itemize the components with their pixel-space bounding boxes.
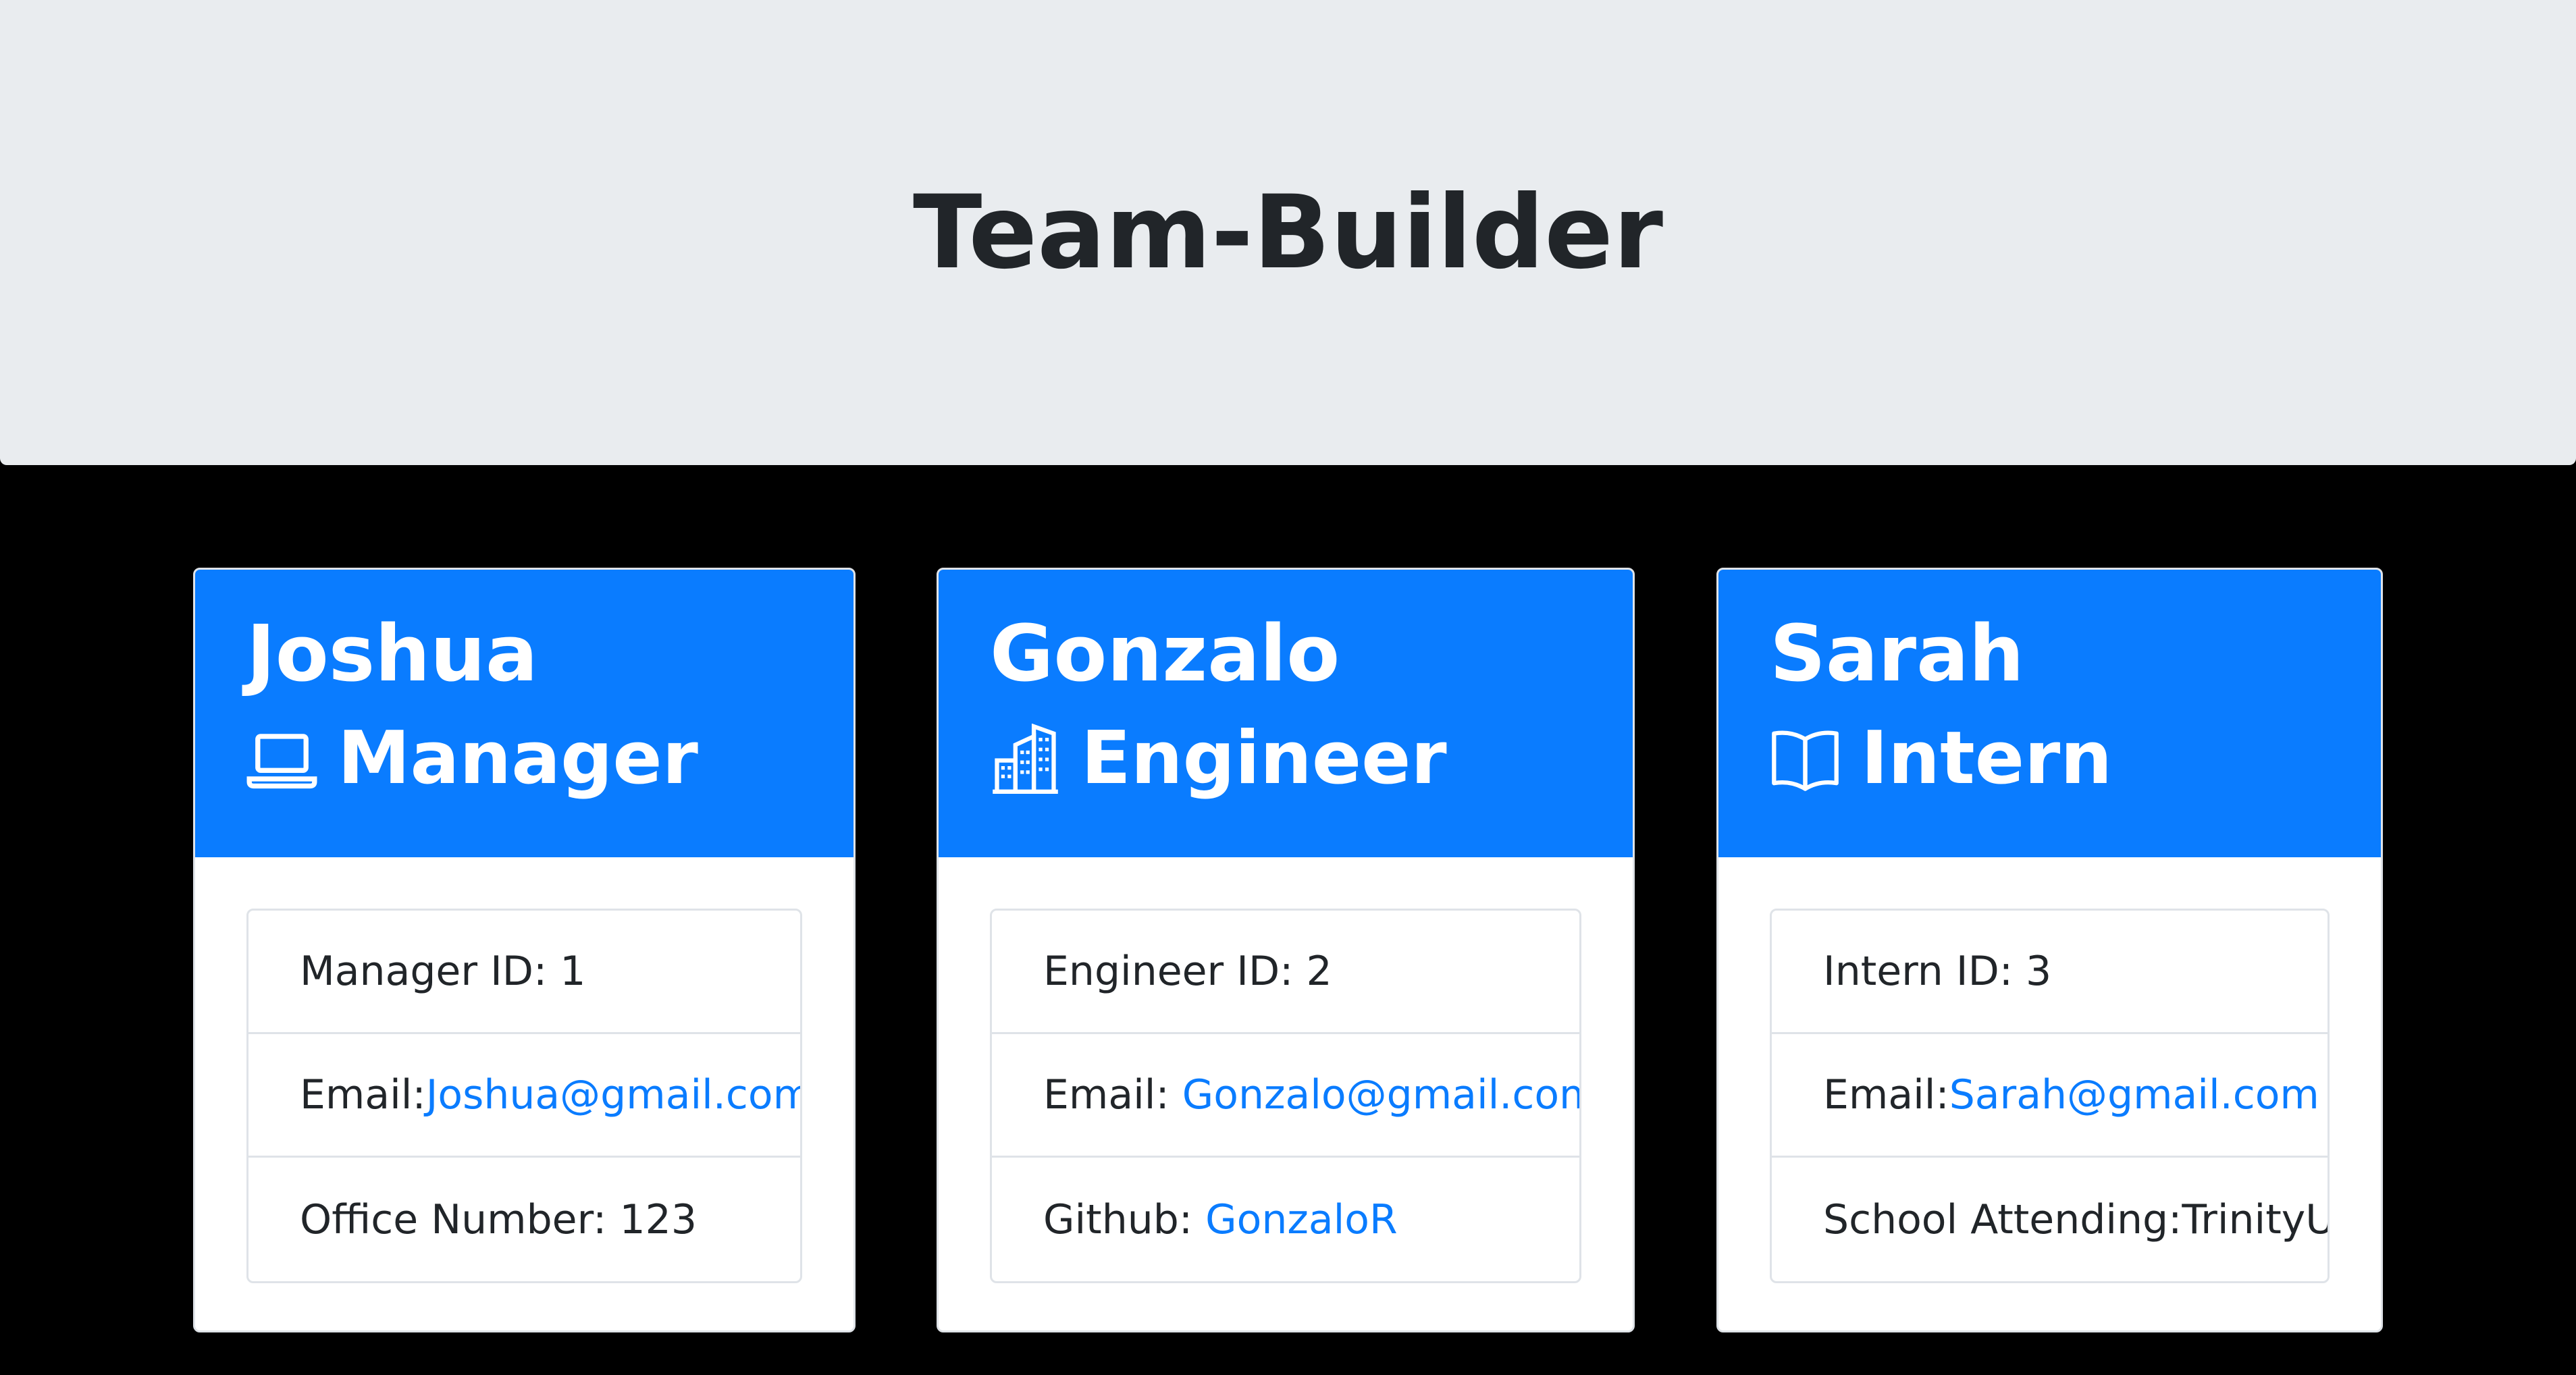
card-header: Joshua Manager: [195, 570, 853, 857]
employee-name: Sarah: [1770, 609, 2024, 699]
list-item-id: Engineer ID: 2: [992, 911, 1579, 1034]
list-item-id: Manager ID: 1: [248, 911, 800, 1034]
list-item-id: Intern ID: 3: [1772, 911, 2328, 1034]
list-item-email: Email: Sarah@gmail.com: [1772, 1034, 2328, 1158]
details-list: Engineer ID: 2 Email: Gonzalo@gmail.com …: [990, 909, 1581, 1283]
building-icon: [990, 723, 1061, 794]
role-label: Manager: [338, 716, 698, 801]
page-title: Team-Builder: [913, 173, 1663, 292]
employee-name: Gonzalo: [990, 609, 1340, 699]
github-label: Github:: [1043, 1195, 1206, 1243]
jumbotron-header: Team-Builder: [0, 0, 2576, 465]
email-link[interactable]: Joshua@gmail.com: [426, 1071, 800, 1118]
card-body: Manager ID: 1 Email: Joshua@gmail.com Off…: [195, 857, 853, 1283]
list-item-school: School Attending:TrinityU: [1772, 1158, 2328, 1281]
card-body: Engineer ID: 2 Email: Gonzalo@gmail.com …: [939, 857, 1633, 1283]
book-icon: [1770, 724, 1841, 794]
employee-role: Manager: [246, 718, 853, 799]
id-text: Intern ID: 3: [1823, 948, 2052, 995]
card-body: Intern ID: 3 Email: Sarah@gmail.com Schoo…: [1718, 857, 2381, 1283]
email-link[interactable]: Sarah@gmail.com: [1949, 1071, 2319, 1118]
list-item-office: Office Number: 123: [248, 1158, 800, 1281]
email-link[interactable]: Gonzalo@gmail.com: [1182, 1071, 1579, 1118]
school-text: School Attending:TrinityU: [1823, 1195, 2330, 1243]
list-item-email: Email: Joshua@gmail.com: [248, 1034, 800, 1158]
details-list: Manager ID: 1 Email: Joshua@gmail.com Off…: [246, 909, 802, 1283]
office-number-text: Office Number: 123: [300, 1195, 697, 1243]
email-label: Email:: [1043, 1071, 1182, 1118]
role-label: Engineer: [1081, 716, 1447, 801]
employee-card-engineer: Gonzalo Engineer Engineer ID: 2 Email: G…: [937, 568, 1635, 1332]
list-item-email: Email: Gonzalo@gmail.com: [992, 1034, 1579, 1158]
employee-name: Joshua: [246, 609, 538, 699]
list-item-github: Github: GonzaloR: [992, 1158, 1579, 1281]
employee-card-manager: Joshua Manager Manager ID: 1 Email: Joshu…: [193, 568, 856, 1332]
role-label: Intern: [1861, 716, 2113, 801]
employee-card-intern: Sarah Intern Intern ID: 3 Email: Sarah@gm…: [1716, 568, 2383, 1332]
id-text: Manager ID: 1: [300, 948, 586, 995]
email-label: Email:: [1823, 1071, 1949, 1118]
employee-role: Intern: [1770, 718, 2381, 799]
github-link[interactable]: GonzaloR: [1205, 1196, 1398, 1243]
email-label: Email:: [300, 1071, 426, 1118]
id-text: Engineer ID: 2: [1043, 948, 1332, 995]
card-header: Sarah Intern: [1718, 570, 2381, 857]
employee-role: Engineer: [990, 718, 1633, 799]
laptop-icon: [246, 724, 317, 794]
card-header: Gonzalo Engineer: [939, 570, 1633, 857]
details-list: Intern ID: 3 Email: Sarah@gmail.com Schoo…: [1770, 909, 2330, 1283]
